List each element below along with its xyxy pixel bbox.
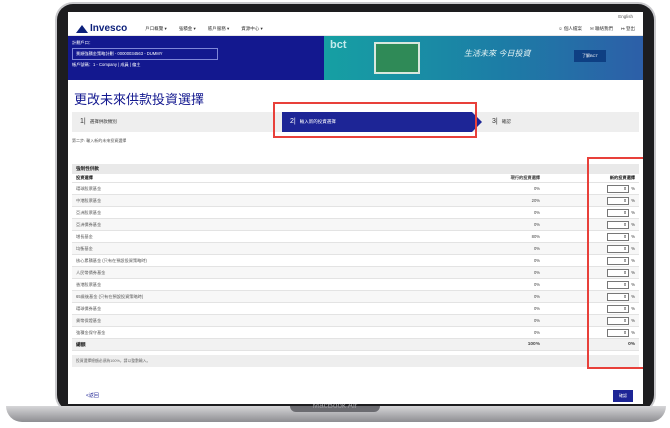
table-header: 投資選擇 現行的投資選擇 新的投資選擇 bbox=[72, 174, 639, 183]
promo-banner[interactable]: bct 生活未來 今日投資 了解BCT bbox=[324, 36, 643, 80]
table-row: 環球債券基金0%% bbox=[72, 303, 639, 315]
table-row: 增長基金80%% bbox=[72, 231, 639, 243]
table-row: 強積金保守基金0%% bbox=[72, 327, 639, 339]
table-row: 中港股票基金20%% bbox=[72, 195, 639, 207]
current-allocation: 0% bbox=[533, 222, 540, 227]
fund-name: 環球債券基金 bbox=[76, 305, 102, 311]
total-label: 總額 bbox=[76, 343, 86, 348]
current-allocation: 0% bbox=[533, 258, 540, 263]
browser-screen: English Invesco 戶口概覽 ▾ 強積金 ▾ 賬戶服務 ▾ 資源中心… bbox=[68, 12, 643, 404]
table-row: 人民幣債券基金0%% bbox=[72, 267, 639, 279]
current-allocation: 0% bbox=[533, 246, 540, 251]
member-info: 帳戶號碼：1 - Company | 成員 | 僱主 bbox=[72, 62, 141, 67]
profile-link[interactable]: ☺ 個人檔案 bbox=[558, 26, 582, 32]
fund-name: 核心累積基金 (只有在預設投資策略時) bbox=[76, 257, 147, 263]
current-allocation: 0% bbox=[533, 270, 540, 275]
fund-name: 65歲後基金 (只有在預設投資策略時) bbox=[76, 293, 144, 299]
plan-selector[interactable]: 景順強積金策略計劃 - 00000034563 - DUMMY bbox=[72, 48, 218, 60]
step-1-number: 1| bbox=[80, 118, 86, 125]
current-allocation: 0% bbox=[533, 318, 540, 323]
current-allocation: 0% bbox=[533, 294, 540, 299]
fund-name: 增長基金 bbox=[76, 233, 93, 239]
language-switch[interactable]: English bbox=[618, 14, 633, 19]
main-nav: Invesco 戶口概覽 ▾ 強積金 ▾ 賬戶服務 ▾ 資源中心 ▾ ☺ 個人檔… bbox=[68, 22, 643, 36]
step-3: 3| 確認 bbox=[492, 112, 511, 132]
nav-item-mpf[interactable]: 強積金 ▾ bbox=[179, 26, 196, 32]
step-1-label: 選擇供款類別 bbox=[89, 119, 117, 124]
back-link[interactable]: <返回 bbox=[86, 392, 99, 399]
current-allocation: 20% bbox=[531, 198, 540, 203]
promo-cta-button[interactable]: 了解BCT bbox=[574, 50, 606, 62]
logo-text: Invesco bbox=[90, 23, 128, 34]
profile-label: 個人檔案 bbox=[563, 25, 582, 31]
nav-menu: 戶口概覽 ▾ 強積金 ▾ 賬戶服務 ▾ 資源中心 ▾ bbox=[145, 26, 263, 32]
nav-item-resources[interactable]: 資源中心 ▾ bbox=[241, 26, 263, 32]
table-row: 貨幣保證基金0%% bbox=[72, 315, 639, 327]
invesco-mountain-icon bbox=[76, 24, 88, 33]
total-row: 總額 100% 0% bbox=[72, 339, 639, 351]
top-utility-bar: English bbox=[68, 12, 643, 22]
current-allocation: 0% bbox=[533, 186, 540, 191]
logout-link[interactable]: ↦ 登出 bbox=[621, 26, 635, 32]
step-1: 1| 選擇供款類別 bbox=[80, 112, 117, 132]
current-allocation: 80% bbox=[531, 234, 540, 239]
step-highlight-box bbox=[273, 102, 477, 138]
fund-name: 環球股票基金 bbox=[76, 185, 102, 191]
fund-name: 亞洲股票基金 bbox=[76, 209, 102, 215]
allocation-table: 強制性供款 投資選擇 現行的投資選擇 新的投資選擇 環球股票基金0%%中港股票基… bbox=[72, 164, 639, 367]
account-info: 計劃戶口： 景順強積金策略計劃 - 00000034563 - DUMMY 帳戶… bbox=[72, 40, 218, 68]
table-row: 香港股票基金0%% bbox=[72, 279, 639, 291]
nav-item-account-services[interactable]: 賬戶服務 ▾ bbox=[208, 26, 230, 32]
fund-name: 貨幣保證基金 bbox=[76, 317, 102, 323]
current-allocation: 0% bbox=[533, 306, 540, 311]
promo-photo bbox=[374, 42, 420, 74]
logout-label: 登出 bbox=[626, 25, 635, 31]
contact-label: 聯絡我們 bbox=[594, 25, 613, 31]
current-allocation: 0% bbox=[533, 330, 540, 335]
table-row: 亞洲債券基金0%% bbox=[72, 219, 639, 231]
step-3-label: 確認 bbox=[501, 119, 511, 124]
bct-logo: bct bbox=[330, 39, 347, 51]
fund-name: 香港股票基金 bbox=[76, 281, 102, 287]
promo-script: 生活未來 今日投資 bbox=[464, 49, 531, 58]
fund-name: 亞洲債券基金 bbox=[76, 221, 102, 227]
column-highlight-box bbox=[587, 157, 643, 369]
table-body: 環球股票基金0%%中港股票基金20%%亞洲股票基金0%%亞洲債券基金0%%增長基… bbox=[72, 183, 639, 339]
fund-name: 人民幣債券基金 bbox=[76, 269, 106, 275]
fund-name: 均衡基金 bbox=[76, 245, 93, 251]
step-3-number: 3| bbox=[492, 118, 498, 125]
table-row: 亞洲股票基金0%% bbox=[72, 207, 639, 219]
nav-right: ☺ 個人檔案 ✉ 聯絡我們 ↦ 登出 bbox=[558, 26, 635, 32]
section-header: 強制性供款 bbox=[72, 164, 639, 174]
header-fund: 投資選擇 bbox=[76, 175, 93, 180]
confirm-button[interactable]: 確認 bbox=[613, 390, 633, 402]
fund-name: 中港股票基金 bbox=[76, 197, 102, 203]
total-current: 100% bbox=[527, 342, 540, 347]
allocation-note: 投資選擇總額必須為100%，請以整數輸入。 bbox=[72, 355, 639, 367]
fund-name: 強積金保守基金 bbox=[76, 329, 106, 335]
current-allocation: 0% bbox=[533, 210, 540, 215]
invesco-logo[interactable]: Invesco bbox=[76, 23, 127, 34]
table-row: 均衡基金0%% bbox=[72, 243, 639, 255]
contact-link[interactable]: ✉ 聯絡我們 bbox=[590, 26, 613, 32]
table-row: 環球股票基金0%% bbox=[72, 183, 639, 195]
nav-item-account-overview[interactable]: 戶口概覽 ▾ bbox=[145, 26, 167, 32]
account-label: 計劃戶口： bbox=[72, 40, 93, 45]
current-allocation: 0% bbox=[533, 282, 540, 287]
header-current: 現行的投資選擇 bbox=[510, 175, 540, 180]
table-row: 核心累積基金 (只有在預設投資策略時)0%% bbox=[72, 255, 639, 267]
page-footer: <返回 確認 bbox=[68, 390, 643, 404]
account-banner: 計劃戶口： 景順強積金策略計劃 - 00000034563 - DUMMY 帳戶… bbox=[68, 36, 643, 80]
table-row: 65歲後基金 (只有在預設投資策略時)0%% bbox=[72, 291, 639, 303]
